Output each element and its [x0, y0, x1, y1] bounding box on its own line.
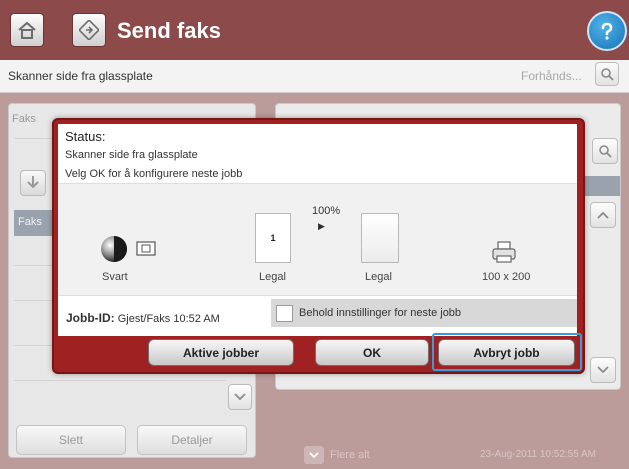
- search-button[interactable]: [592, 138, 618, 164]
- page-title: Send faks: [117, 18, 221, 43]
- fax-app-button[interactable]: [72, 13, 106, 47]
- home-button[interactable]: [10, 13, 44, 47]
- ok-button[interactable]: OK: [315, 339, 429, 366]
- dialog-title: Status:: [65, 129, 106, 144]
- help-button[interactable]: [587, 11, 627, 51]
- cancel-job-highlight: [432, 333, 582, 371]
- fax-icon: [79, 20, 99, 40]
- preview-button[interactable]: [595, 62, 619, 86]
- details-button[interactable]: Detaljer: [137, 425, 247, 455]
- arrow-right-icon: ▶: [318, 221, 325, 231]
- job-id-label: Jobb-ID:: [66, 311, 115, 325]
- arrow-down-icon: [27, 176, 39, 189]
- scroll-down-button[interactable]: [228, 384, 252, 410]
- source-page-icon: 1: [255, 213, 291, 263]
- resolution-label: 100 x 200: [482, 271, 531, 283]
- chevron-down-icon: [304, 446, 324, 464]
- color-mode-icon: [101, 236, 127, 262]
- faks-list-tab[interactable]: Faks: [14, 210, 54, 236]
- download-button[interactable]: [20, 170, 46, 196]
- keep-settings-checkbox[interactable]: [276, 305, 293, 322]
- destination-page-icon: [361, 213, 399, 263]
- destination-size-label: Legal: [365, 271, 392, 283]
- help-icon: [601, 22, 613, 40]
- job-id-value: Gjest/Faks 10:52 AM: [117, 313, 220, 325]
- zoom-level: 100%: [312, 205, 341, 217]
- active-jobs-button[interactable]: Aktive jobber: [148, 339, 294, 366]
- resolution-icon: [492, 241, 516, 263]
- chevron-up-icon: [597, 211, 609, 219]
- scroll-down-button-right[interactable]: [590, 357, 616, 383]
- faks-field-label: Faks: [12, 113, 36, 125]
- chevron-down-icon: [597, 366, 609, 374]
- magnifier-icon: [601, 68, 614, 81]
- chevron-down-icon: [234, 393, 246, 401]
- status-text: Skanner side fra glassplate: [8, 69, 153, 83]
- search-icon: [599, 145, 612, 158]
- status-bar: Skanner side fra glassplate Forhånds...: [0, 60, 629, 93]
- preview-label: Forhånds...: [521, 69, 582, 83]
- source-page-number: 1: [270, 233, 276, 243]
- job-id: Jobb-ID: Gjest/Faks 10:52 AM: [66, 311, 220, 325]
- scroll-up-button[interactable]: [590, 202, 616, 228]
- home-icon: [18, 21, 36, 39]
- delete-button[interactable]: Slett: [16, 425, 126, 455]
- status-instruction: Velg OK for å konfigurere neste jobb: [65, 168, 243, 180]
- keep-settings-label: Behold innstillinger for neste jobb: [299, 307, 462, 319]
- orientation-icon: [136, 241, 156, 256]
- list-divider: [14, 380, 226, 381]
- source-size-label: Legal: [259, 271, 286, 283]
- status-message: Skanner side fra glassplate: [65, 149, 198, 161]
- timestamp: 23-Aug-2011 10:52:55 AM: [480, 449, 597, 460]
- color-mode-label: Svart: [102, 271, 128, 283]
- more-options-button[interactable]: Flere alt: [304, 446, 370, 464]
- more-options-label: Flere alt: [330, 449, 370, 461]
